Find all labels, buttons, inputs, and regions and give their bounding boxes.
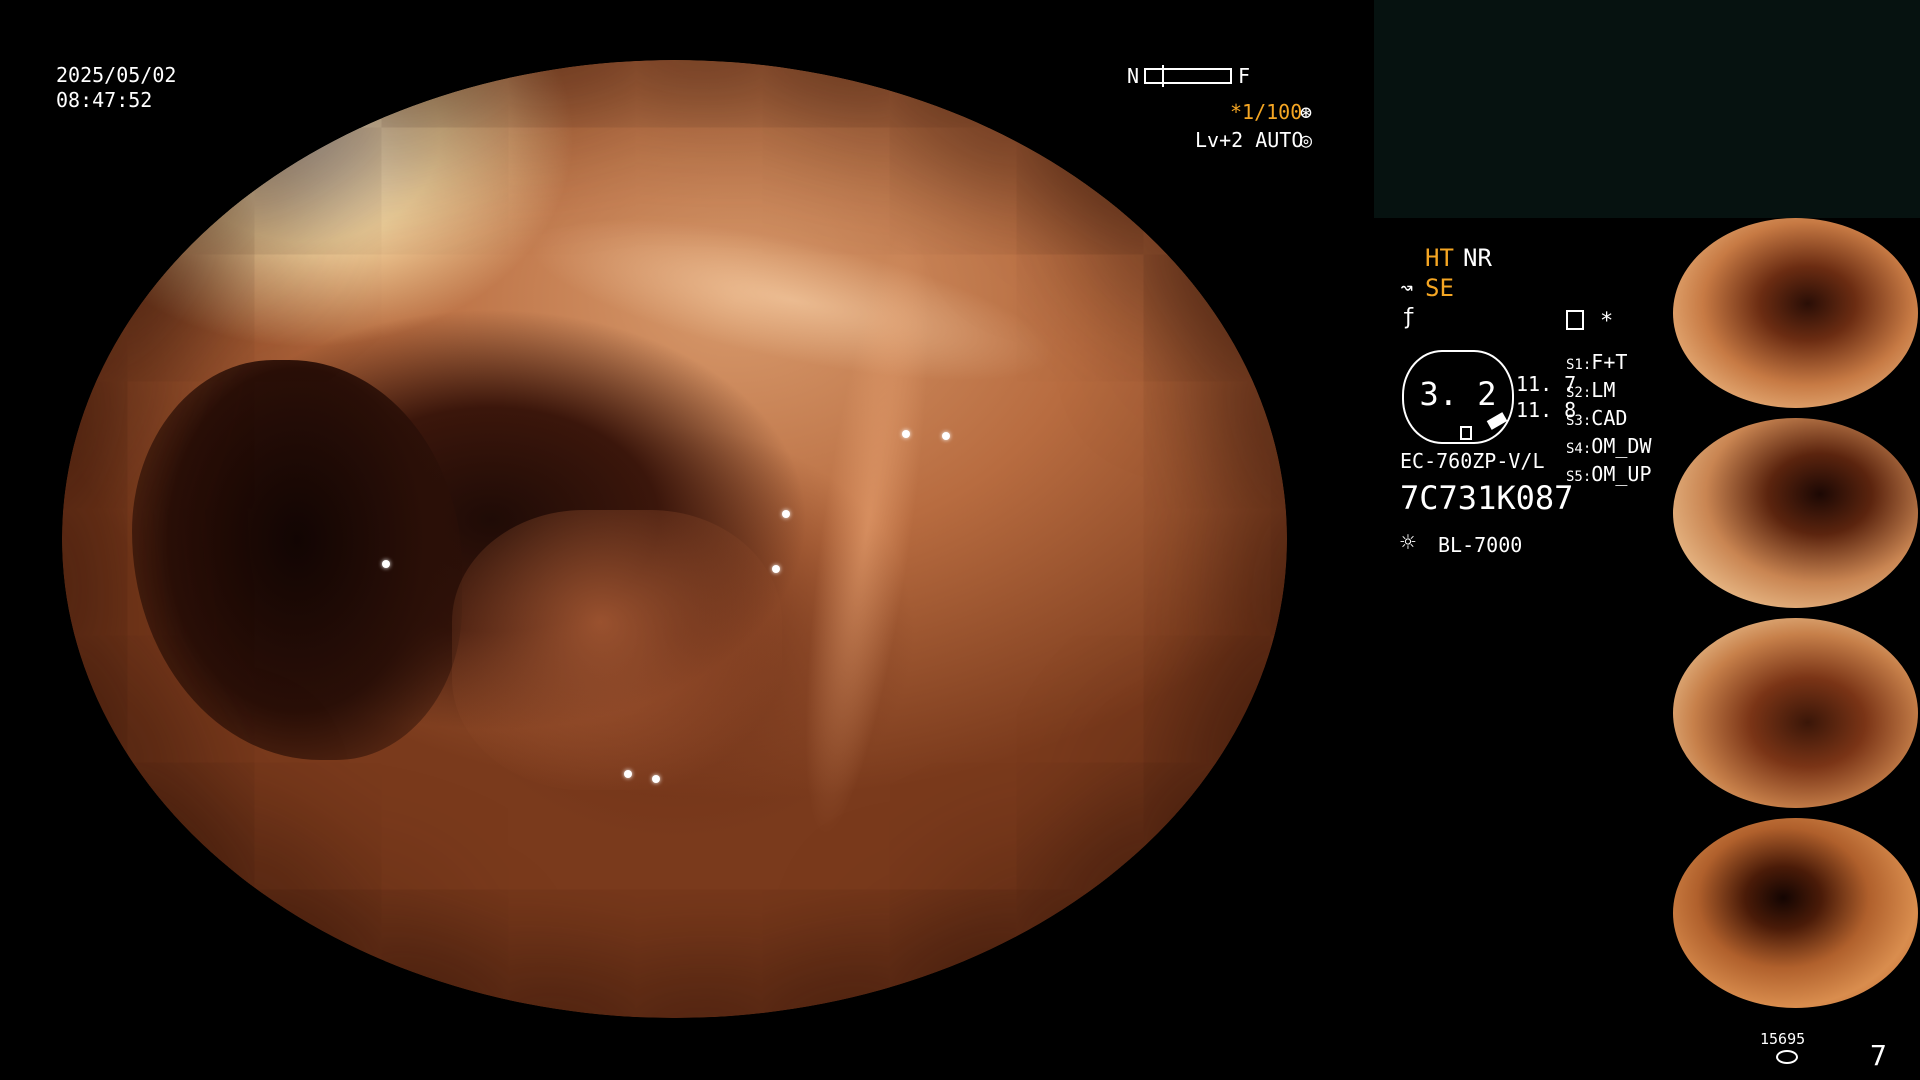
enhance-icon: ↝ — [1400, 276, 1414, 301]
thumbnail-image — [1673, 218, 1918, 408]
asterisk-indicator: * — [1600, 309, 1614, 334]
switch-item: S1:F+T — [1566, 350, 1628, 374]
focus-bar — [1144, 65, 1232, 87]
storage-icon — [1776, 1050, 1798, 1064]
zoom-gauge: 3. 2 — [1402, 350, 1514, 444]
switch-item: S5:OM_UP — [1566, 462, 1652, 486]
info-panel-header — [1374, 0, 1920, 218]
memo-icon — [1566, 310, 1584, 330]
focus-near-label: N — [1127, 64, 1140, 88]
light-source-label: BL-7000 — [1438, 533, 1523, 557]
nr-mode-label: NR — [1463, 244, 1492, 272]
thumbnail-3[interactable] — [1673, 618, 1918, 808]
shutter-value: *1/100 — [1230, 100, 1303, 124]
light-source-icon: ☼ — [1400, 528, 1416, 558]
se-mode-label: SE — [1425, 274, 1454, 302]
switch-item: S4:OM_DW — [1566, 434, 1652, 458]
shutter-icon: ⊛ — [1300, 100, 1313, 124]
switch-item: S3:CAD — [1566, 406, 1628, 430]
thumbnail-4[interactable] — [1673, 818, 1918, 1008]
thumbnail-image — [1673, 818, 1918, 1008]
image-counter: 15695 — [1760, 1030, 1806, 1048]
time-label: 08:47:52 — [56, 88, 153, 112]
zoom-value: 3. 2 — [1419, 375, 1497, 413]
thumbnail-2[interactable] — [1673, 418, 1918, 608]
date-label: 2025/05/02 — [56, 63, 177, 87]
scope-model: EC-760ZP-V/L — [1400, 449, 1545, 473]
thumbnail-1[interactable] — [1673, 218, 1918, 408]
switch-list: S1:F+T S2:LM S3:CAD S4:OM_DW S5:OM_UP — [1566, 350, 1686, 489]
iris-icon: ◎ — [1300, 128, 1313, 152]
switch-item: S2:LM — [1566, 378, 1616, 402]
focus-marker — [1162, 65, 1164, 87]
page-number: 7 — [1870, 1039, 1887, 1072]
scope-serial: 7C731K087 — [1400, 479, 1574, 517]
scope-angle-marker — [1486, 412, 1508, 430]
exposure-value: Lv+2 AUTO — [1195, 128, 1304, 152]
vignette — [62, 60, 1287, 1018]
scope-tip-icon — [1460, 426, 1472, 440]
endoscope-main-view — [62, 60, 1287, 1018]
ht-mode-label: HT — [1425, 244, 1454, 272]
focus-far-label: F — [1238, 64, 1251, 88]
thumbnail-image — [1673, 418, 1918, 608]
thumbnail-image — [1673, 618, 1918, 808]
freeze-icon: ƒ — [1402, 305, 1416, 330]
